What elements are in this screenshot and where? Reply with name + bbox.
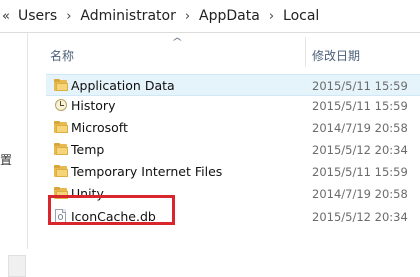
navigation-pane[interactable]: 置 [0,33,28,277]
history-icon [54,99,69,112]
list-item[interactable]: Temp 2015/5/12 20:34 [46,139,420,161]
breadcrumb-appdata[interactable]: AppData [197,8,262,24]
file-date: 2015/5/11 15:59 [312,165,408,179]
column-header-name[interactable]: 名称 [50,47,74,64]
highlight-box [48,195,175,225]
file-date: 2015/5/12 20:34 [312,210,408,224]
list-item[interactable]: Microsoft 2014/7/19 20:58 [46,117,420,139]
list-item[interactable]: History 2015/5/11 15:59 [46,95,420,117]
list-item[interactable]: Application Data 2015/5/11 15:59 [46,74,420,96]
chevron-right-icon[interactable]: › [185,9,190,24]
column-header-bar: ^ 名称 修改日期 [28,33,420,69]
breadcrumb: « Users › Administrator › AppData › Loca… [2,0,321,32]
list-item[interactable]: Temporary Internet Files 2015/5/11 15:59 [46,161,420,183]
folder-icon [54,121,69,134]
address-bar[interactable]: « Users › Administrator › AppData › Loca… [0,0,420,33]
folder-icon [54,165,69,178]
column-divider[interactable] [305,37,306,67]
file-name: Microsoft [71,120,128,135]
file-date: 2015/5/11 15:59 [312,99,408,113]
file-date: 2014/7/19 20:58 [312,121,408,135]
breadcrumb-overflow-icon[interactable]: « [2,9,10,24]
file-date: 2015/5/12 20:34 [312,143,408,157]
file-name: Temp [71,142,105,157]
nav-partial-label: 置 [0,153,12,167]
breadcrumb-local[interactable]: Local [281,8,321,24]
chevron-right-icon[interactable]: › [269,9,274,24]
chevron-right-icon[interactable]: › [66,9,71,24]
column-header-date-modified[interactable]: 修改日期 [312,47,360,64]
sort-ascending-icon: ^ [171,37,184,48]
file-date: 2014/7/19 20:58 [312,187,408,201]
folder-shortcut-icon [54,79,69,92]
file-name: Temporary Internet Files [71,164,223,179]
breadcrumb-administrator[interactable]: Administrator [78,8,177,24]
bottom-strip [28,237,420,249]
nav-scrollbar[interactable] [8,255,26,277]
file-name: Application Data [71,78,175,93]
file-date: 2015/5/11 15:59 [312,79,408,93]
folder-icon [54,143,69,156]
file-name: History [71,98,116,113]
breadcrumb-users[interactable]: Users [16,8,59,24]
